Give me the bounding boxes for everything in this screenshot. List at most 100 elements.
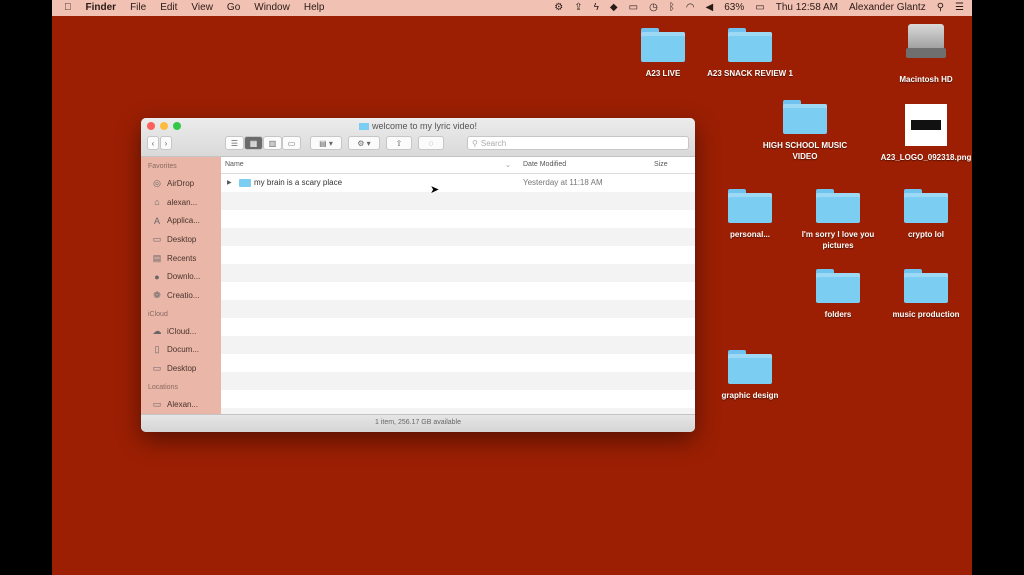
battery-percent[interactable]: 63% bbox=[724, 2, 744, 14]
wifi-icon[interactable]: ◠ bbox=[686, 2, 695, 14]
back-button[interactable]: ‹ bbox=[147, 136, 159, 150]
empty-row bbox=[221, 354, 695, 372]
file-row[interactable]: ▶ my brain is a scary place Yesterday at… bbox=[221, 174, 695, 192]
forward-button[interactable]: › bbox=[160, 136, 172, 150]
volume-icon[interactable]: ◀ bbox=[706, 2, 714, 14]
menu-window[interactable]: Window bbox=[254, 2, 290, 14]
icon-view-button[interactable]: ▥ bbox=[263, 136, 282, 150]
tags-button[interactable]: ◌ bbox=[418, 136, 444, 150]
sidebar-item-recents[interactable]: ▤ Recents bbox=[141, 249, 221, 268]
creative-cloud-icon: ❁ bbox=[153, 289, 161, 300]
battery-icon[interactable]: ▭ bbox=[755, 2, 764, 14]
sidebar-item-icloud-desktop[interactable]: ▭ Desktop bbox=[141, 359, 221, 378]
menubar-clock[interactable]: Thu 12:58 AM bbox=[776, 2, 838, 14]
airplay-icon[interactable]: ▭ bbox=[629, 2, 638, 14]
empty-row bbox=[221, 246, 695, 264]
desktop-icon-label: crypto lol bbox=[907, 230, 944, 239]
search-icon: ⚲ bbox=[472, 138, 478, 148]
desktop-icon-label: A23 SNACK REVIEW 1 bbox=[707, 69, 793, 78]
sort-chevron-icon: ⌄ bbox=[505, 162, 511, 169]
status-diamond-icon[interactable]: ◆ bbox=[610, 2, 618, 14]
desktop-folder-personal[interactable]: personal... bbox=[702, 189, 798, 240]
status-gear-icon[interactable]: ⚙ bbox=[554, 2, 563, 14]
sidebar-item-applications[interactable]: A Applica... bbox=[141, 211, 221, 230]
sidebar-item-desktop[interactable]: ▭ Desktop bbox=[141, 230, 221, 249]
sidebar-item-icloud-drive[interactable]: ☁ iCloud... bbox=[141, 322, 221, 341]
file-name: my brain is a scary place bbox=[254, 178, 343, 187]
sidebar-item-home[interactable]: ⌂ alexan... bbox=[141, 193, 221, 212]
sidebar-item-creations[interactable]: ❁ Creatio... bbox=[141, 286, 221, 305]
desktop-folder-music-production[interactable]: music production bbox=[878, 269, 972, 320]
desktop-drive-macintosh-hd[interactable]: Macintosh HD bbox=[878, 24, 972, 85]
column-view-button[interactable]: ▦ bbox=[244, 136, 263, 150]
menu-file[interactable]: File bbox=[130, 2, 146, 14]
desktop-icon: ▭ bbox=[152, 363, 162, 374]
desktop-icon-label: graphic design bbox=[721, 391, 779, 400]
sidebar-item-airdrop[interactable]: ◎ AirDrop bbox=[141, 174, 221, 193]
group-button[interactable]: ▤ ▾ bbox=[310, 136, 342, 150]
empty-row bbox=[221, 210, 695, 228]
column-date-modified[interactable]: Date Modified bbox=[523, 161, 566, 168]
folder-icon bbox=[783, 100, 827, 134]
window-titlebar[interactable]: welcome to my lyric video! ‹ › ☰ ▦ ▥ ▭ ▤… bbox=[141, 118, 695, 157]
sidebar: Favorites ◎ AirDrop ⌂ alexan... A Applica..… bbox=[141, 157, 221, 415]
desktop-folder-a23-live[interactable]: A23 LIVE bbox=[615, 28, 711, 79]
cloud-icon: ☁ bbox=[152, 325, 162, 336]
desktop-folder-crypto-lol[interactable]: crypto lol bbox=[878, 189, 972, 240]
spotlight-search-icon[interactable]: ⚲ bbox=[937, 2, 944, 14]
finder-window: welcome to my lyric video! ‹ › ☰ ▦ ▥ ▭ ▤… bbox=[141, 118, 695, 432]
gallery-view-button[interactable]: ▭ bbox=[282, 136, 301, 150]
airdrop-icon: ◎ bbox=[153, 177, 161, 188]
notification-center-icon[interactable]: ☰ bbox=[955, 2, 964, 14]
sidebar-section-favorites: Favorites bbox=[148, 163, 177, 170]
empty-row bbox=[221, 192, 695, 210]
time-machine-icon[interactable]: ◷ bbox=[649, 2, 658, 14]
search-placeholder: Search bbox=[480, 138, 507, 148]
folder-icon bbox=[816, 269, 860, 303]
applications-icon: A bbox=[153, 215, 160, 226]
disclosure-triangle-icon[interactable]: ▶ bbox=[227, 179, 232, 186]
menu-edit[interactable]: Edit bbox=[160, 2, 177, 14]
empty-row bbox=[221, 300, 695, 318]
list-view-button[interactable]: ☰ bbox=[225, 136, 244, 150]
empty-row bbox=[221, 228, 695, 246]
desktop-folder-im-sorry-pictures[interactable]: I'm sorry I love you pictures bbox=[790, 189, 886, 251]
empty-row bbox=[221, 372, 695, 390]
desktop-folder-graphic-design[interactable]: graphic design bbox=[702, 350, 798, 401]
column-size[interactable]: Size bbox=[654, 161, 668, 168]
empty-row bbox=[221, 282, 695, 300]
menu-help[interactable]: Help bbox=[304, 2, 325, 14]
sidebar-item-documents[interactable]: ▯ Docum... bbox=[141, 341, 221, 360]
desktop:  Finder File Edit View Go Window Help ⚙… bbox=[52, 0, 972, 575]
menu-go[interactable]: Go bbox=[227, 2, 240, 14]
app-menu-finder[interactable]: Finder bbox=[86, 2, 117, 14]
apple-menu-icon[interactable]:  bbox=[64, 2, 72, 14]
desktop-folder-high-school-music-video[interactable]: HIGH SCHOOL MUSIC VIDEO bbox=[757, 100, 853, 162]
desktop-folder-folders[interactable]: folders bbox=[790, 269, 886, 320]
action-gear-button[interactable]: ⚙ ▾ bbox=[348, 136, 380, 150]
desktop-folder-a23-snack-review[interactable]: A23 SNACK REVIEW 1 bbox=[702, 28, 798, 79]
empty-row bbox=[221, 318, 695, 336]
menu-view[interactable]: View bbox=[191, 2, 213, 14]
toolbar: ‹ › ☰ ▦ ▥ ▭ ▤ ▾ ⚙ ▾ ⇧ ◌ ⚲ Search bbox=[147, 136, 689, 152]
sidebar-item-locations-mac[interactable]: ▭ Alexan... bbox=[141, 395, 221, 414]
bluetooth-icon[interactable]: ᛒ bbox=[669, 2, 675, 14]
status-upload-icon[interactable]: ⇪ bbox=[574, 2, 582, 14]
computer-icon: ▭ bbox=[152, 398, 162, 409]
file-list: Name ⌄ Date Modified Size ▶ my brain is … bbox=[221, 157, 695, 415]
status-bolt-icon[interactable]: ϟ bbox=[594, 2, 599, 14]
column-name[interactable]: Name bbox=[225, 161, 244, 168]
desktop-icon-label: A23 LIVE bbox=[645, 69, 681, 78]
column-header: Name ⌄ Date Modified Size bbox=[221, 157, 695, 174]
share-button[interactable]: ⇧ bbox=[386, 136, 412, 150]
sidebar-item-downloads[interactable]: ● Downlo... bbox=[141, 267, 221, 286]
menubar-user[interactable]: Alexander Glantz bbox=[849, 2, 926, 14]
search-field[interactable]: ⚲ Search bbox=[467, 136, 689, 150]
folder-icon bbox=[904, 189, 948, 223]
desktop-file-a23-logo[interactable]: A23_LOGO_092318.png bbox=[878, 104, 972, 163]
downloads-icon: ● bbox=[154, 271, 160, 282]
window-title: welcome to my lyric video! bbox=[141, 121, 695, 131]
status-bar: 1 item, 256.17 GB available bbox=[141, 414, 695, 432]
desktop-icon-label: personal... bbox=[729, 230, 770, 239]
image-file-icon bbox=[905, 104, 947, 146]
